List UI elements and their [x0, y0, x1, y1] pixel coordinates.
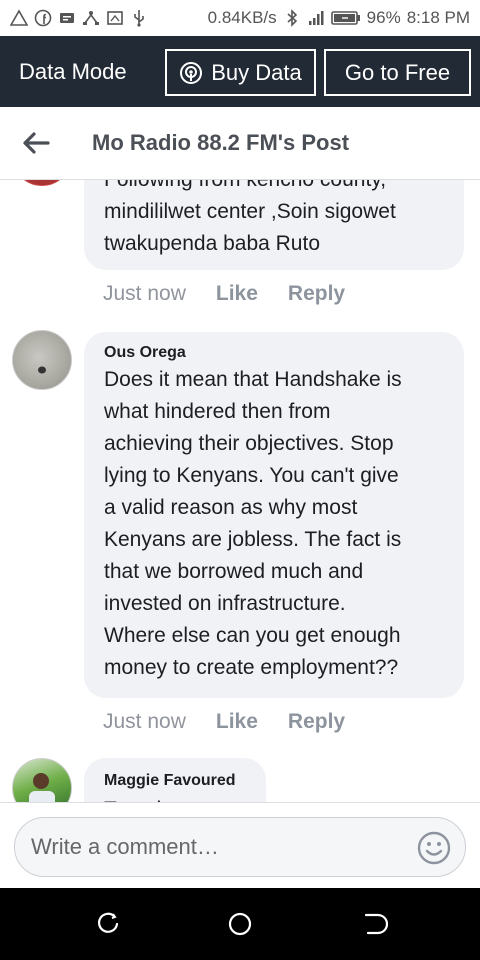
comment-input[interactable] [14, 817, 466, 877]
status-bar: 0.84KB/s 96% 8:18 PM [0, 0, 480, 36]
data-mode-bar: Data Mode Buy Data Go to Free [0, 36, 480, 107]
home-icon[interactable] [226, 910, 254, 938]
screenshot-icon [107, 11, 123, 25]
comment-text: Does it mean that Handshake is what hind… [104, 368, 402, 679]
system-nav-bar [0, 888, 480, 960]
system-indicators: 0.84KB/s 96% 8:18 PM [208, 8, 470, 28]
message-icon [60, 13, 74, 23]
comment-bubble: Ous Orega Does it mean that Handshake is… [84, 332, 464, 698]
facebook-icon [34, 9, 52, 27]
comment-time: Just now [103, 282, 186, 305]
like-button[interactable]: Like [216, 710, 258, 734]
comment-bubble: Following from kericho county, mindililw… [84, 180, 464, 270]
comment-actions: Just now Like Reply [103, 710, 345, 734]
avatar[interactable] [12, 180, 72, 186]
go-to-free-button[interactable]: Go to Free [324, 49, 471, 96]
signal-icon [308, 11, 324, 25]
emoji-icon[interactable] [417, 831, 451, 865]
comment-text: Following from kericho county, mindililw… [104, 180, 396, 255]
recents-icon[interactable] [94, 910, 122, 938]
back-arrow-icon [23, 132, 50, 154]
buy-data-label: Buy Data [211, 59, 302, 85]
comment-bubble: Maggie Favoured Tyrr sh [84, 758, 266, 802]
broadcast-icon [180, 61, 203, 84]
bluetooth-icon [287, 9, 297, 27]
back-button[interactable] [20, 127, 52, 159]
avatar-image [38, 366, 46, 374]
avatar[interactable] [12, 330, 72, 390]
buy-data-button[interactable]: Buy Data [165, 49, 316, 96]
like-button[interactable]: Like [216, 282, 258, 306]
clock: 8:18 PM [406, 8, 470, 27]
avatar-image [29, 773, 55, 802]
battery-icon [330, 11, 360, 25]
network-tree-icon [83, 11, 99, 25]
avatar[interactable] [12, 758, 72, 802]
comment-time: Just now [103, 710, 186, 733]
battery-percent: 96% [366, 8, 401, 27]
reply-button[interactable]: Reply [288, 710, 345, 734]
warning-icon [10, 9, 28, 26]
comment-composer [0, 802, 480, 888]
comments-list: Following from kericho county, mindililw… [0, 180, 480, 802]
data-mode-label: Data Mode [19, 58, 127, 84]
go-to-free-label: Go to Free [344, 59, 451, 85]
reply-button[interactable]: Reply [288, 282, 345, 306]
comment-author[interactable]: Ous Orega [104, 342, 444, 364]
comment-text: Tyrr sh [104, 794, 246, 802]
notification-icons [10, 9, 148, 27]
comment-actions: Just now Like Reply [103, 282, 345, 306]
post-header: Mo Radio 88.2 FM's Post [0, 107, 480, 180]
net-speed: 0.84KB/s [207, 8, 277, 27]
usb-icon [134, 10, 144, 27]
page-title: Mo Radio 88.2 FM's Post [92, 130, 350, 155]
back-nav-icon[interactable] [360, 910, 388, 938]
comment-author[interactable]: Maggie Favoured [104, 770, 246, 792]
